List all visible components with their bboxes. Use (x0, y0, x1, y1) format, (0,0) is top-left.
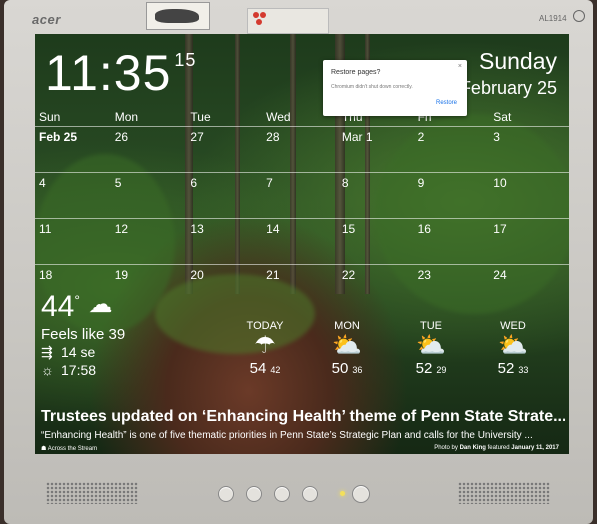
down-button[interactable] (246, 486, 262, 502)
forecast-day: TODAY ☂ 54 42 (235, 320, 295, 378)
day-name: Sunday (478, 48, 557, 74)
current-temp: 44° (41, 290, 80, 323)
forecast-high: 54 (249, 360, 267, 377)
sticker-label (247, 8, 329, 34)
screen: 11:35 15 Sunday February 25 Sun Mon Tue W… (35, 34, 569, 454)
calendar-day: 27 (190, 130, 204, 144)
monitor-badge-icon (573, 10, 585, 22)
partly-cloudy-icon: ☁ (88, 291, 113, 318)
current-weather: 44° ☁ Feels like 39 ⇶ 14 se ☼ 17:58 (41, 290, 125, 378)
power-button[interactable] (352, 485, 370, 503)
calendar-day: 17 (493, 222, 507, 236)
up-button[interactable] (274, 486, 290, 502)
calendar-day: 26 (114, 130, 129, 144)
monitor-model: AL1914 (539, 14, 567, 23)
forecast-low: 42 (270, 365, 281, 375)
calendar-day: Feb 25 (39, 130, 78, 144)
forecast-day: TUE ⛅ 52 29 (401, 320, 461, 378)
calendar-day: 24 (493, 268, 507, 282)
menu-button[interactable] (218, 486, 234, 502)
wind-icon: ⇶ (41, 344, 53, 360)
forecast-day: WED ⛅ 52 33 (483, 320, 543, 378)
calendar-day: 15 (341, 222, 356, 236)
photo-credit: Photo by Dan King featured January 11, 2… (434, 445, 559, 451)
sticker-cow (146, 2, 210, 30)
calendar-day: 22 (341, 268, 356, 282)
sunset-icon: ☼ (41, 362, 54, 378)
calendar: Sun Mon Tue Wed Thu Fri Sat Feb 25 26 27… (35, 110, 569, 310)
weekday-label: Mon (114, 110, 139, 124)
forecast-day: MON ⛅ 50 36 (317, 320, 377, 378)
calendar-day: 2 (417, 130, 425, 144)
weekday-label: Sat (493, 110, 512, 124)
full-date: February 25 (459, 78, 557, 98)
auto-button[interactable] (302, 486, 318, 502)
forecast-high: 52 (415, 360, 433, 377)
partly-cloudy-icon: ⛅ (332, 332, 362, 359)
calendar-day: 12 (114, 222, 129, 236)
calendar-day: 10 (493, 176, 507, 190)
forecast-low: 29 (436, 365, 447, 375)
sunset: ☼ 17:58 (41, 362, 97, 378)
calendar-week: 11 12 13 14 15 16 17 (35, 218, 569, 264)
news-headline[interactable]: Trustees updated on ‘Enhancing Health’ t… (41, 408, 565, 426)
calendar-day: 9 (417, 176, 425, 190)
calendar-day: 19 (114, 268, 129, 282)
feels-like: Feels like 39 (41, 326, 126, 343)
calendar-day: 7 (266, 176, 273, 190)
forecast-high: 50 (331, 360, 349, 377)
calendar-day: 13 (190, 222, 204, 236)
close-icon[interactable]: × (458, 63, 462, 70)
calendar-day: 16 (417, 222, 431, 236)
monitor-bezel: acer AL1914 11:35 15 Sunday February 25 S… (4, 0, 593, 524)
clock: 11:35 15 (45, 44, 196, 102)
calendar-day: 20 (190, 268, 204, 282)
calendar-day: 4 (39, 176, 46, 190)
speaker-grille-right (458, 482, 550, 504)
calendar-day: 14 (266, 222, 280, 236)
dialog-title: Restore pages? (331, 69, 381, 76)
calendar-day: 11 (39, 222, 52, 236)
calendar-day: 6 (190, 176, 198, 190)
forecast-day-name: TUE (420, 320, 442, 332)
partly-sunny-icon: ⛅ (498, 332, 528, 359)
clock-seconds: 15 (174, 50, 197, 70)
calendar-day: 3 (493, 130, 500, 144)
speaker-grille-left (46, 482, 138, 504)
calendar-day: 5 (114, 176, 122, 190)
calendar-week: Feb 25 26 27 28 Mar 1 2 3 (35, 126, 569, 172)
partly-sunny-icon: ⛅ (416, 332, 446, 359)
forecast-day-name: TODAY (246, 320, 284, 332)
calendar-day: 21 (266, 268, 280, 282)
monitor-brand-logo: acer (32, 12, 61, 27)
news-excerpt: “Enhancing Health” is one of five themat… (41, 430, 533, 441)
dialog-message: Chromium didn't shut down correctly. (331, 84, 413, 90)
calendar-day: 28 (266, 130, 280, 144)
forecast-day-name: MON (334, 320, 360, 332)
rain-cloud-icon: ☂ (254, 332, 276, 359)
calendar-header: Sun Mon Tue Wed Thu Fri Sat (35, 110, 569, 126)
clock-time: 11:35 (45, 45, 172, 101)
news-source: ☗ Across the Stream (41, 446, 98, 452)
forecast-high: 52 (497, 360, 515, 377)
calendar-day: 23 (417, 268, 431, 282)
calendar-day: Mar 1 (341, 130, 373, 144)
weekday-label: Tue (190, 110, 211, 124)
wind: ⇶ 14 se (41, 344, 96, 360)
power-led-icon (340, 491, 345, 496)
calendar-week: 4 5 6 7 8 9 10 (35, 172, 569, 218)
restore-pages-dialog: × Restore pages? Chromium didn't shut do… (323, 60, 467, 116)
weekday-label: Sun (39, 110, 61, 124)
forecast-low: 33 (518, 365, 529, 375)
restore-button[interactable]: Restore (436, 100, 457, 106)
forecast-day-name: WED (500, 320, 526, 332)
forecast-low: 36 (352, 365, 363, 375)
calendar-day: 8 (341, 176, 349, 190)
